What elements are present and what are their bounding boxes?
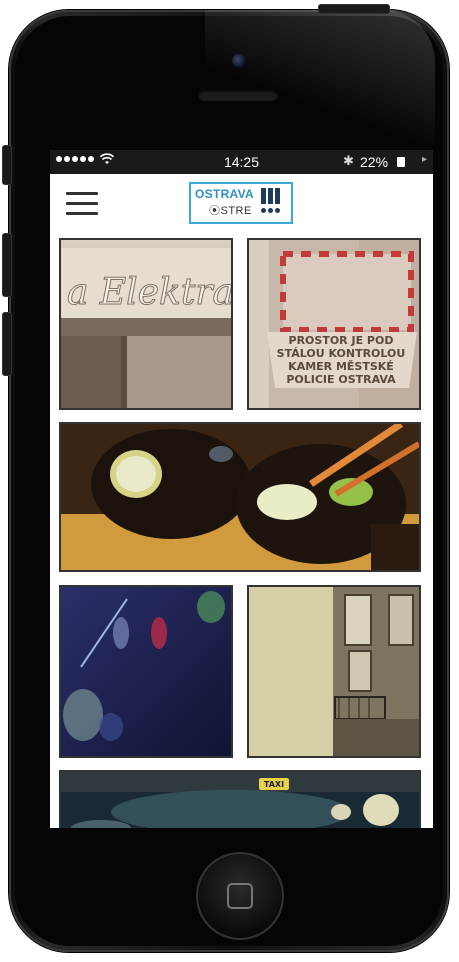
hamburger-menu-icon[interactable] (66, 192, 98, 218)
volume-up-button[interactable] (2, 233, 12, 297)
photo-drinks[interactable] (59, 422, 421, 572)
status-bar: 14:25 ✱ 22% ▸ (50, 150, 433, 174)
photo-building-wall[interactable] (247, 585, 421, 758)
app-header: OSTRAVA ⦿STRE (50, 174, 433, 234)
photo-police-sign[interactable]: PROSTOR JE POD STÁLOU KONTROLOU KAMER MĚ… (247, 238, 421, 410)
photo-night-lights[interactable] (59, 585, 233, 758)
front-camera (232, 54, 246, 68)
mute-switch[interactable] (2, 145, 12, 185)
phone-screen: 14:25 ✱ 22% ▸ OSTRAVA ⦿STRE a Elektra PR… (50, 150, 433, 828)
photo-elektra-sign[interactable]: a Elektra (59, 238, 233, 410)
elektra-sign-text: a Elektra (67, 272, 231, 313)
battery-percent: 22% (360, 154, 389, 170)
logo-line2: ⦿STRE (209, 205, 252, 217)
logo-dots-icon (261, 208, 280, 213)
police-sign-line4: POLICIE OSTRAVA (286, 373, 396, 386)
ostrava-ostre-logo[interactable]: OSTRAVA ⦿STRE (189, 182, 293, 224)
logo-bars-icon (261, 188, 280, 204)
police-sign-line3: KAMER MĚSTSKÉ (288, 360, 394, 373)
home-button[interactable] (196, 852, 284, 940)
bluetooth-icon: ✱ (343, 153, 354, 168)
earpiece-speaker (198, 89, 278, 101)
status-caret-icon: ▸ (422, 154, 428, 165)
police-sign-line2: STÁLOU KONTROLOU (277, 347, 406, 360)
photo-taxi-night[interactable]: TAXI (59, 770, 421, 828)
home-square-icon (227, 883, 253, 909)
volume-down-button[interactable] (2, 312, 12, 376)
battery-icon (397, 157, 405, 167)
taxi-sign-text: TAXI (264, 780, 284, 789)
power-button[interactable] (318, 4, 390, 14)
logo-line1: OSTRAVA (195, 187, 254, 201)
police-sign-line1: PROSTOR JE POD (289, 334, 394, 347)
